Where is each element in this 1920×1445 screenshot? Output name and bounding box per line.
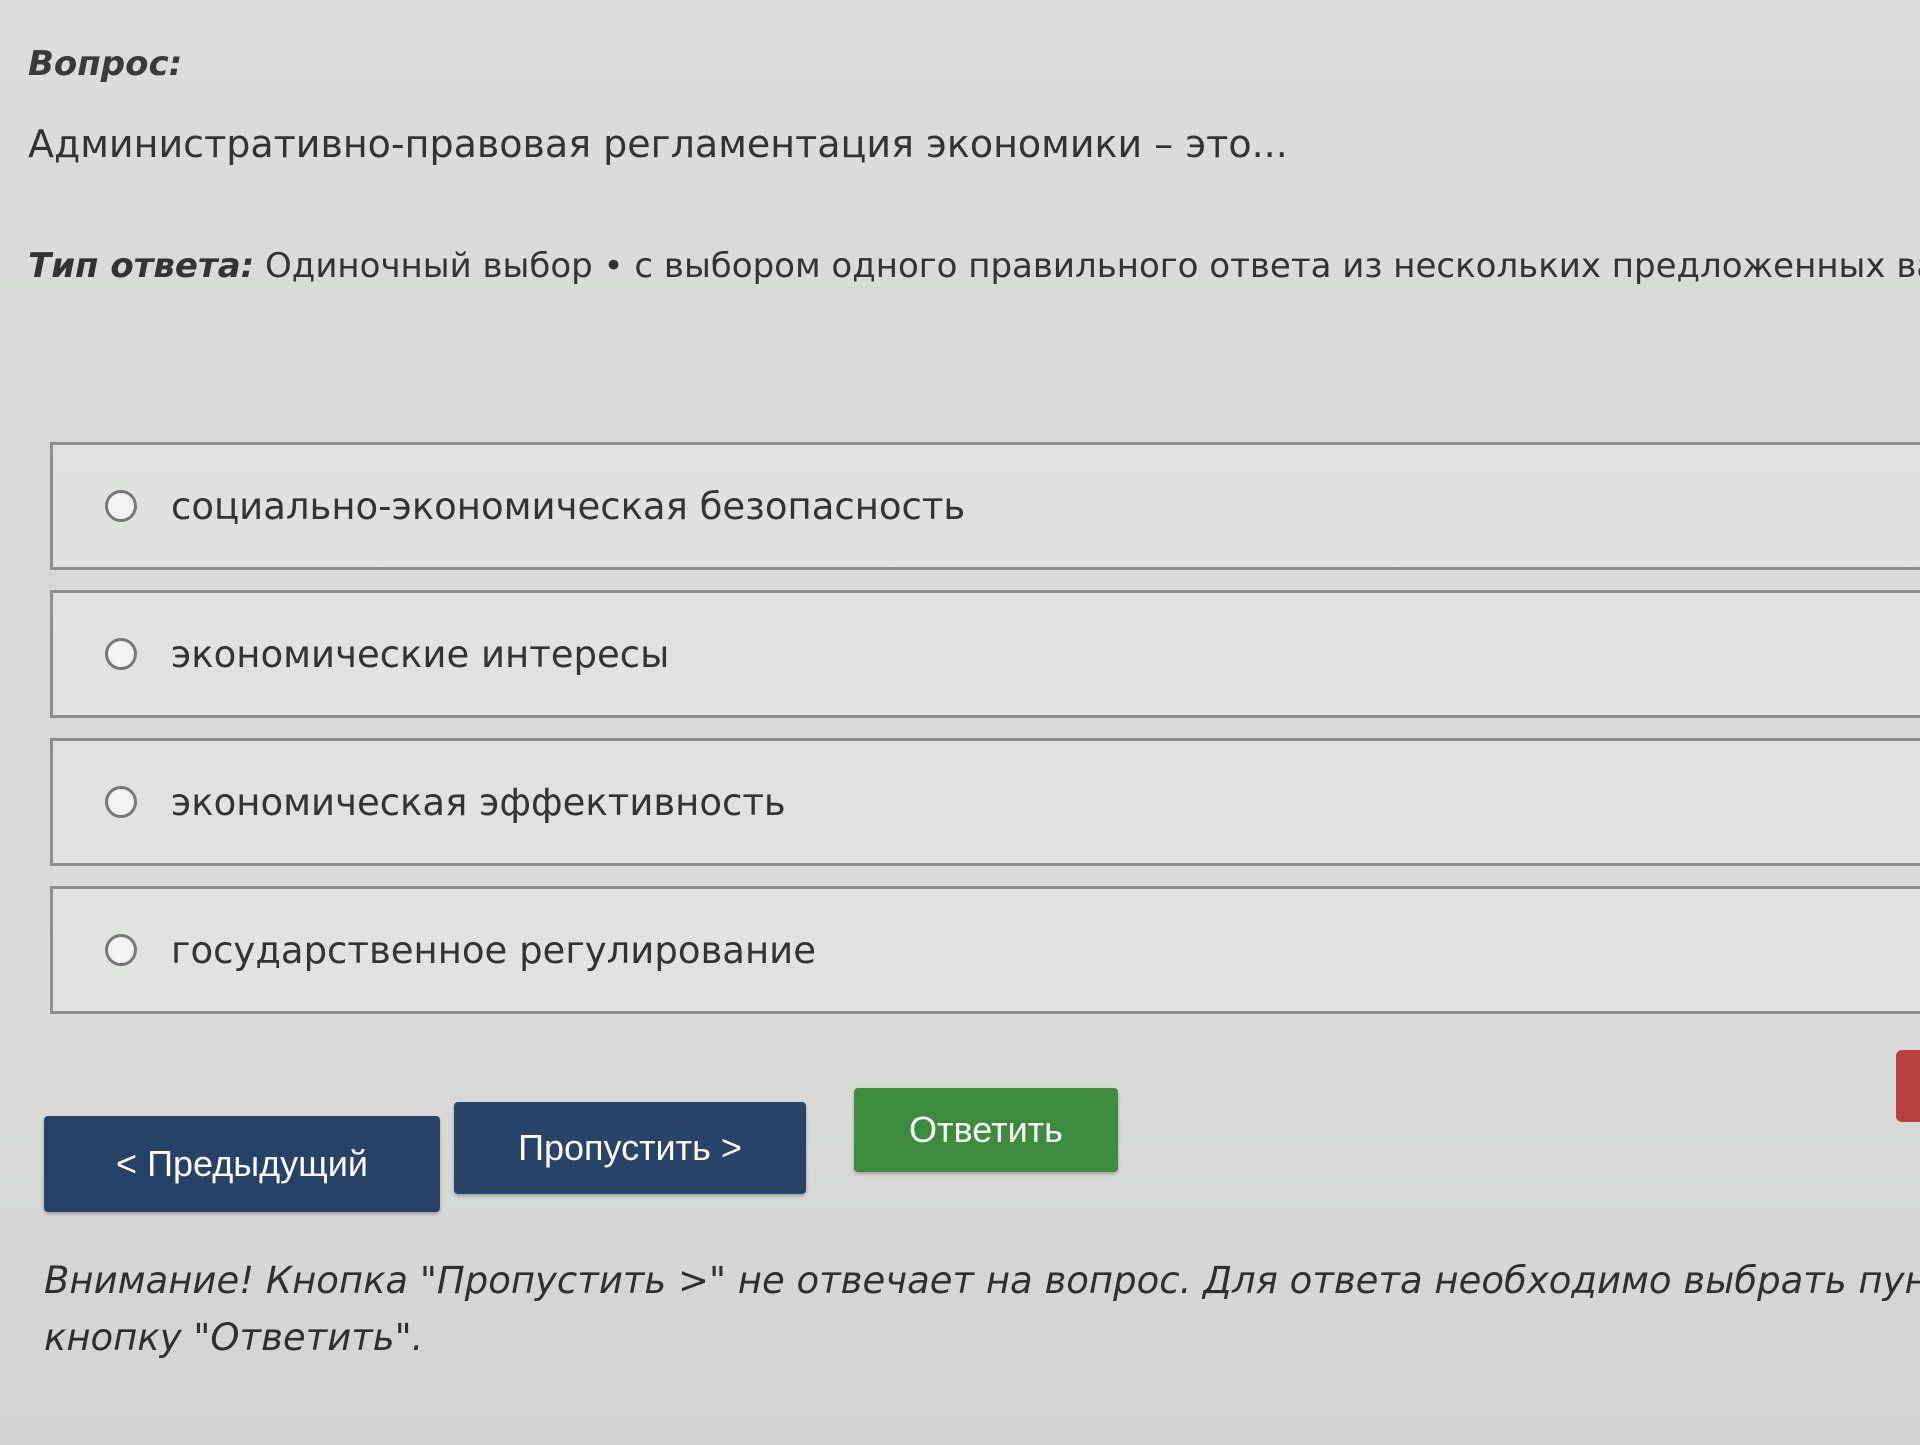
side-accent-tab[interactable] <box>1896 1050 1920 1122</box>
radio-button-icon[interactable] <box>105 638 137 670</box>
answer-options: социально-экономическая безопасность эко… <box>50 442 1920 1034</box>
answer-option-2[interactable]: экономические интересы <box>50 590 1920 718</box>
radio-button-icon[interactable] <box>105 490 137 522</box>
answer-option-1[interactable]: социально-экономическая безопасность <box>50 442 1920 570</box>
warning-note: Внимание! Кнопка "Пропустить >" не отвеч… <box>44 1252 1920 1367</box>
radio-button-icon[interactable] <box>105 934 137 966</box>
answer-option-label: экономическая эффективность <box>171 780 786 824</box>
answer-type-value: Одиночный выбор • с выбором одного прави… <box>265 246 1920 286</box>
skip-button[interactable]: Пропустить > <box>454 1102 806 1194</box>
answer-button[interactable]: Ответить <box>854 1088 1118 1172</box>
answer-option-label: социально-экономическая безопасность <box>171 484 966 528</box>
answer-option-label: экономические интересы <box>171 632 670 676</box>
answer-option-3[interactable]: экономическая эффективность <box>50 738 1920 866</box>
radio-button-icon[interactable] <box>105 786 137 818</box>
question-text: Административно-правовая регламентация э… <box>28 122 1288 166</box>
answer-type: Тип ответа: Одиночный выбор • с выбором … <box>28 246 1920 286</box>
answer-type-label: Тип ответа: <box>28 246 255 286</box>
answer-option-4[interactable]: государственное регулирование <box>50 886 1920 1014</box>
answer-option-label: государственное регулирование <box>171 928 816 972</box>
previous-button[interactable]: < Предыдущий <box>44 1116 440 1212</box>
question-label: Вопрос: <box>28 44 183 84</box>
warning-line-1: Внимание! Кнопка "Пропустить >" не отвеч… <box>44 1259 1920 1302</box>
warning-line-2: кнопку "Ответить". <box>44 1316 424 1360</box>
quiz-page: Вопрос: Административно-правовая регламе… <box>0 0 1920 1445</box>
